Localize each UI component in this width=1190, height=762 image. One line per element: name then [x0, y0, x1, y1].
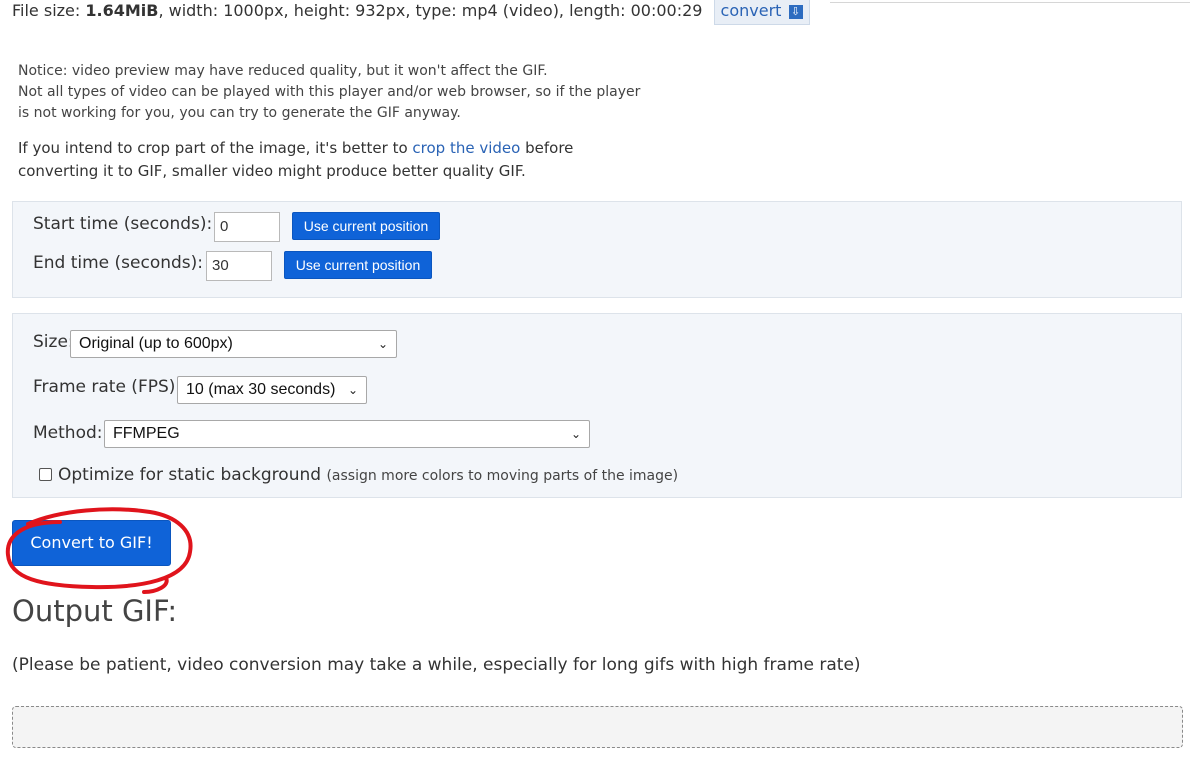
size-select-value: Original (up to 600px)	[79, 335, 233, 352]
crop-notice-text-end: before	[520, 139, 574, 157]
convert-link[interactable]: convert ⇩	[713, 0, 810, 25]
crop-notice-text: If you intend to crop part of the image,…	[18, 139, 413, 157]
start-time-label: Start time (seconds):	[33, 214, 213, 234]
patience-note: (Please be patient, video conversion may…	[12, 655, 861, 675]
optimize-label-text: Optimize for static background	[58, 465, 322, 485]
optimize-checkbox[interactable]	[39, 468, 52, 481]
optimize-note: (assign more colors to moving parts of t…	[326, 468, 679, 484]
download-icon: ⇩	[788, 4, 803, 19]
end-time-input[interactable]: 30	[206, 251, 272, 281]
convert-link-label: convert	[720, 1, 782, 20]
file-info-details: , width: 1000px, height: 932px, type: mp…	[158, 1, 703, 20]
fps-select[interactable]: 10 (max 30 seconds) ⌄	[177, 376, 367, 404]
file-size-prefix: File size:	[12, 1, 86, 20]
chevron-down-icon: ⌄	[570, 427, 581, 441]
optimize-label[interactable]: Optimize for static background (assign m…	[58, 465, 678, 485]
size-label: Size:	[33, 332, 74, 352]
chevron-down-icon: ⌄	[347, 383, 358, 397]
crop-notice-line-2: converting it to GIF, smaller video migh…	[18, 162, 526, 180]
method-label: Method:	[33, 423, 103, 443]
file-size-value: 1.64MiB	[85, 1, 159, 20]
chevron-down-icon: ⌄	[377, 337, 388, 351]
fps-label: Frame rate (FPS):	[33, 377, 182, 397]
crop-notice: If you intend to crop part of the image,…	[18, 137, 573, 160]
fps-select-value: 10 (max 30 seconds)	[186, 381, 336, 398]
preview-notice-line-3: is not working for you, you can try to g…	[18, 105, 461, 121]
preview-notice-line-2: Not all types of video can be played wit…	[18, 84, 641, 100]
end-time-label: End time (seconds):	[33, 253, 203, 273]
time-panel: Start time (seconds): 0 Use current posi…	[12, 201, 1182, 298]
file-info: File size: 1.64MiB, width: 1000px, heigh…	[12, 0, 810, 25]
method-select[interactable]: FFMPEG ⌄	[104, 420, 590, 448]
divider	[830, 2, 1190, 3]
preview-notice-line-1: Notice: video preview may have reduced q…	[18, 63, 548, 79]
output-heading: Output GIF:	[12, 594, 178, 628]
end-use-current-position-button[interactable]: Use current position	[284, 251, 432, 279]
size-select[interactable]: Original (up to 600px) ⌄	[70, 330, 397, 358]
start-use-current-position-button[interactable]: Use current position	[292, 212, 440, 240]
method-select-value: FFMPEG	[113, 425, 180, 442]
options-panel: Size: Original (up to 600px) ⌄ Frame rat…	[12, 313, 1182, 498]
output-gif-area	[12, 706, 1183, 748]
start-time-input[interactable]: 0	[214, 212, 280, 242]
crop-video-link[interactable]: crop the video	[412, 139, 520, 157]
